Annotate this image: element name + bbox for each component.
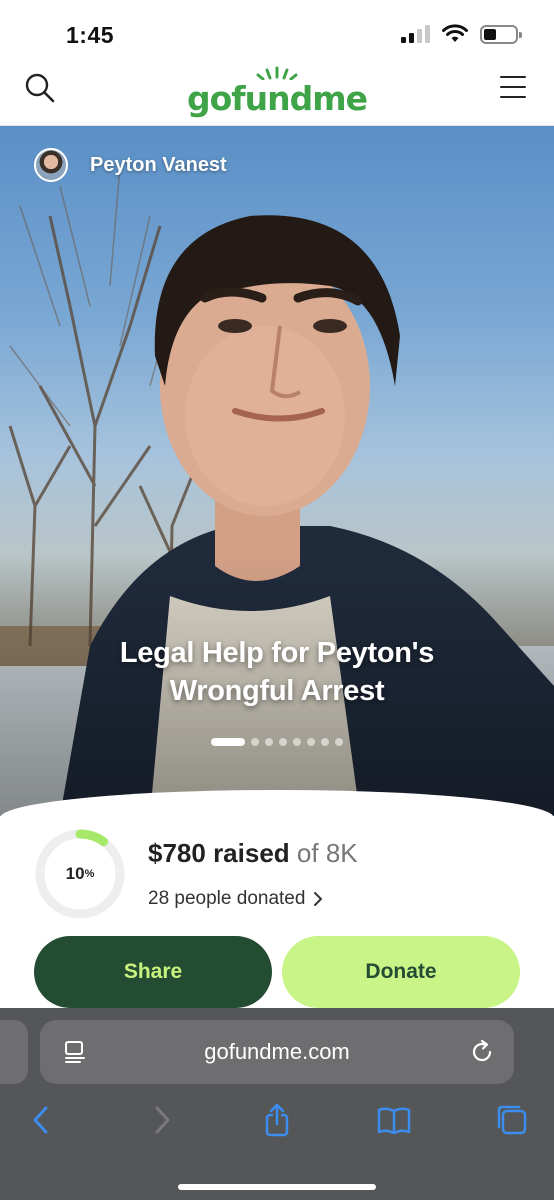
logo-sunburst-icon [256, 66, 298, 80]
amount-raised: $780 raised of 8K [148, 838, 358, 869]
wifi-icon [442, 24, 468, 42]
chevron-left-icon[interactable] [24, 1102, 60, 1138]
campaign-hero-image[interactable]: Peyton Vanest Legal Help for Peyton's Wr… [0, 126, 554, 816]
browser-chrome: gofundme.com [0, 1008, 554, 1200]
campaign-title-line1: Legal Help for Peyton's [119, 637, 435, 669]
logo-text: gofundme [186, 79, 368, 118]
campaign-title-line2: Wrongful Arrest [169, 675, 385, 707]
gofundme-logo[interactable]: gofundme [186, 66, 368, 118]
share-button[interactable]: Share [34, 936, 272, 1008]
book-icon[interactable] [376, 1102, 412, 1138]
status-icons [401, 24, 522, 44]
search-icon[interactable] [24, 72, 56, 104]
progress-percent-sign: % [84, 868, 95, 880]
cellular-signal-icon [401, 25, 430, 43]
donation-card: 10% $780 raised of 8K 28 people donated … [0, 790, 554, 1012]
chevron-right-icon[interactable] [143, 1102, 179, 1138]
progress-percent: 10% [34, 828, 126, 920]
reload-icon[interactable] [468, 1038, 496, 1066]
goal-amount: of 8K [296, 838, 358, 868]
carousel-dot-active[interactable] [211, 738, 245, 746]
address-bar[interactable]: gofundme.com [40, 1020, 514, 1084]
status-time: 1:45 [66, 22, 115, 48]
carousel-dot[interactable] [307, 738, 315, 746]
hamburger-menu-icon[interactable] [500, 76, 526, 98]
campaign-title: Legal Help for Peyton's Wrongful Arrest [0, 634, 554, 710]
carousel-dot[interactable] [321, 738, 329, 746]
raised-amount: $780 raised [148, 838, 290, 868]
carousel-dots[interactable] [0, 738, 554, 746]
organizer[interactable]: Peyton Vanest [34, 148, 227, 182]
carousel-dot[interactable] [335, 738, 343, 746]
progress-percent-value: 10 [65, 864, 85, 883]
site-header: gofundme [0, 58, 554, 126]
carousel-dot[interactable] [265, 738, 273, 746]
battery-icon [480, 24, 522, 44]
tabs-icon[interactable] [494, 1102, 530, 1138]
share-icon[interactable] [259, 1102, 295, 1138]
carousel-dot[interactable] [251, 738, 259, 746]
browser-toolbar [0, 1102, 554, 1146]
donate-button[interactable]: Donate [282, 936, 520, 1008]
organizer-name[interactable]: Peyton Vanest [90, 154, 227, 177]
carousel-dot[interactable] [293, 738, 301, 746]
status-bar: 1:45 [0, 0, 554, 58]
home-indicator [178, 1184, 376, 1190]
previous-tab-peek[interactable] [0, 1020, 28, 1084]
donors-link[interactable]: 28 people donated [148, 888, 323, 910]
organizer-avatar[interactable] [34, 148, 68, 182]
url-text: gofundme.com [204, 1039, 350, 1064]
carousel-dot[interactable] [279, 738, 287, 746]
donors-count: 28 people donated [148, 888, 306, 909]
chevron-right-icon [314, 892, 323, 906]
